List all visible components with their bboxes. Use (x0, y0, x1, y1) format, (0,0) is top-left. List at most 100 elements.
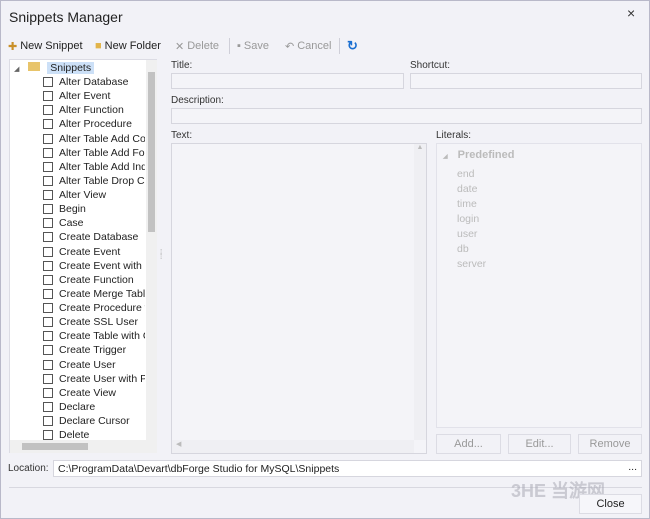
tree-item[interactable]: Create Merge Table (10, 287, 146, 301)
checkbox[interactable] (43, 331, 53, 342)
tree-item[interactable]: Alter Event (10, 89, 146, 103)
tree-item[interactable]: Alter Table Add Foreign Key (10, 146, 146, 160)
checkbox[interactable] (43, 190, 53, 201)
tree-item[interactable]: Create Trigger (10, 343, 146, 357)
checkbox[interactable] (43, 430, 53, 441)
text-vertical-scrollbar[interactable]: ▲ (414, 144, 426, 440)
tree-item[interactable]: Create Function (10, 273, 146, 287)
checkbox[interactable] (43, 232, 53, 243)
tree-vertical-scrollbar[interactable] (146, 60, 157, 440)
tree-item[interactable]: Create Procedure with (10, 301, 146, 315)
new-snippet-button[interactable]: ✚ New Snippet (8, 38, 83, 54)
tree-item-label: Create View (59, 386, 117, 399)
toolbar-separator (229, 38, 230, 54)
refresh-icon[interactable]: ↻ (347, 38, 358, 54)
tree-item[interactable]: Create Event (10, 245, 146, 259)
browse-button[interactable]: ... (628, 461, 637, 473)
folder-icon (28, 62, 41, 71)
checkbox[interactable] (43, 119, 53, 130)
splitter-handle[interactable]: ⁞ ⁞ (160, 249, 162, 261)
cancel-button[interactable]: ↶ Cancel (285, 38, 331, 54)
tree-item[interactable]: Create Database (10, 230, 146, 244)
window-title: Snippets Manager (9, 9, 123, 25)
checkbox[interactable] (43, 218, 53, 229)
checkbox[interactable] (43, 288, 53, 299)
checkbox[interactable] (43, 345, 53, 356)
checkbox[interactable] (43, 274, 53, 285)
literal-item[interactable]: end (457, 167, 486, 182)
checkbox[interactable] (43, 204, 53, 215)
literal-item[interactable]: server (457, 257, 486, 272)
edit-literal-button[interactable]: Edit... (508, 434, 571, 454)
tree-item[interactable]: Alter Procedure (10, 117, 146, 131)
scrollbar-thumb[interactable] (148, 72, 155, 232)
close-button[interactable]: Close (579, 494, 642, 514)
tree-item[interactable]: Alter View (10, 188, 146, 202)
literal-item[interactable]: time (457, 197, 486, 212)
literal-item[interactable]: user (457, 227, 486, 242)
tree-item-label: Alter Function (59, 104, 124, 117)
tree-item[interactable]: Create User (10, 358, 146, 372)
new-folder-button[interactable]: ■ New Folder (95, 38, 161, 54)
literals-label: Literals: (436, 130, 472, 141)
tree-item[interactable]: Alter Function (10, 103, 146, 117)
delete-button[interactable]: ✕ Delete (175, 38, 219, 54)
expand-icon: ◢ (443, 154, 448, 160)
undo-icon: ↶ (285, 40, 295, 53)
shortcut-input[interactable] (410, 73, 642, 89)
literal-item[interactable]: db (457, 242, 486, 257)
checkbox[interactable] (43, 387, 53, 398)
save-button[interactable]: ▪ Save (237, 38, 269, 54)
tree-item[interactable]: Create View (10, 386, 146, 400)
tree-item-label: Create User with Privileges (59, 372, 145, 385)
tree-item-label: Alter View (59, 189, 107, 202)
add-literal-button[interactable]: Add... (436, 434, 501, 454)
literal-item[interactable]: date (457, 182, 486, 197)
checkbox[interactable] (43, 77, 53, 87)
tree-item-label: Create SSL User (59, 316, 138, 329)
checkbox[interactable] (43, 317, 53, 328)
tree-item[interactable]: Declare Cursor (10, 414, 146, 428)
literals-list[interactable]: ◢ Predefined end date time login user db server (436, 143, 642, 428)
tree-item[interactable]: Begin (10, 202, 146, 216)
tree-item[interactable]: Create Table with Options (10, 329, 146, 343)
checkbox[interactable] (43, 133, 53, 144)
location-input[interactable]: C:\ProgramData\Devart\dbForge Studio for… (53, 460, 642, 477)
checkbox[interactable] (43, 105, 53, 116)
checkbox[interactable] (43, 175, 53, 186)
checkbox[interactable] (43, 359, 53, 370)
save-icon: ▪ (237, 40, 241, 52)
snippets-tree[interactable]: ◢ Snippets Alter Database Alter Event Alte… (9, 59, 157, 453)
tree-item[interactable]: Alter Table Add Column (10, 132, 146, 146)
checkbox[interactable] (43, 416, 53, 427)
remove-literal-button[interactable]: Remove (578, 434, 642, 454)
scrollbar-thumb[interactable] (22, 443, 88, 450)
tree-item[interactable]: Alter Table Drop Column (10, 174, 146, 188)
literals-group[interactable]: ◢ Predefined (443, 149, 514, 161)
checkbox[interactable] (43, 303, 53, 314)
tree-root-snippets[interactable]: ◢ Snippets (14, 61, 144, 75)
close-icon[interactable]: × (627, 5, 635, 21)
checkbox[interactable] (43, 373, 53, 384)
title-input[interactable] (171, 73, 404, 89)
text-editor[interactable]: ▲ ◀ (171, 143, 427, 454)
tree-item-label: Declare (59, 400, 96, 413)
checkbox[interactable] (43, 91, 53, 102)
checkbox[interactable] (43, 401, 53, 412)
text-horizontal-scrollbar[interactable]: ◀ (172, 440, 414, 453)
description-input[interactable] (171, 108, 642, 124)
checkbox[interactable] (43, 260, 53, 271)
literal-item[interactable]: login (457, 212, 486, 227)
tree-item[interactable]: Alter Table Add Index (10, 160, 146, 174)
checkbox[interactable] (43, 246, 53, 257)
tree-item[interactable]: Create SSL User (10, 315, 146, 329)
tree-item[interactable]: Create User with Privileges (10, 372, 146, 386)
checkbox[interactable] (43, 161, 53, 172)
tree-item[interactable]: Case (10, 216, 146, 230)
tree-item[interactable]: Alter Database (10, 75, 146, 89)
checkbox[interactable] (43, 147, 53, 158)
tree-item[interactable]: Create Event with Interval (10, 259, 146, 273)
tree-item[interactable]: Declare (10, 400, 146, 414)
tree-item-label: Create Table with Options (59, 330, 145, 343)
tree-horizontal-scrollbar[interactable] (10, 440, 157, 453)
